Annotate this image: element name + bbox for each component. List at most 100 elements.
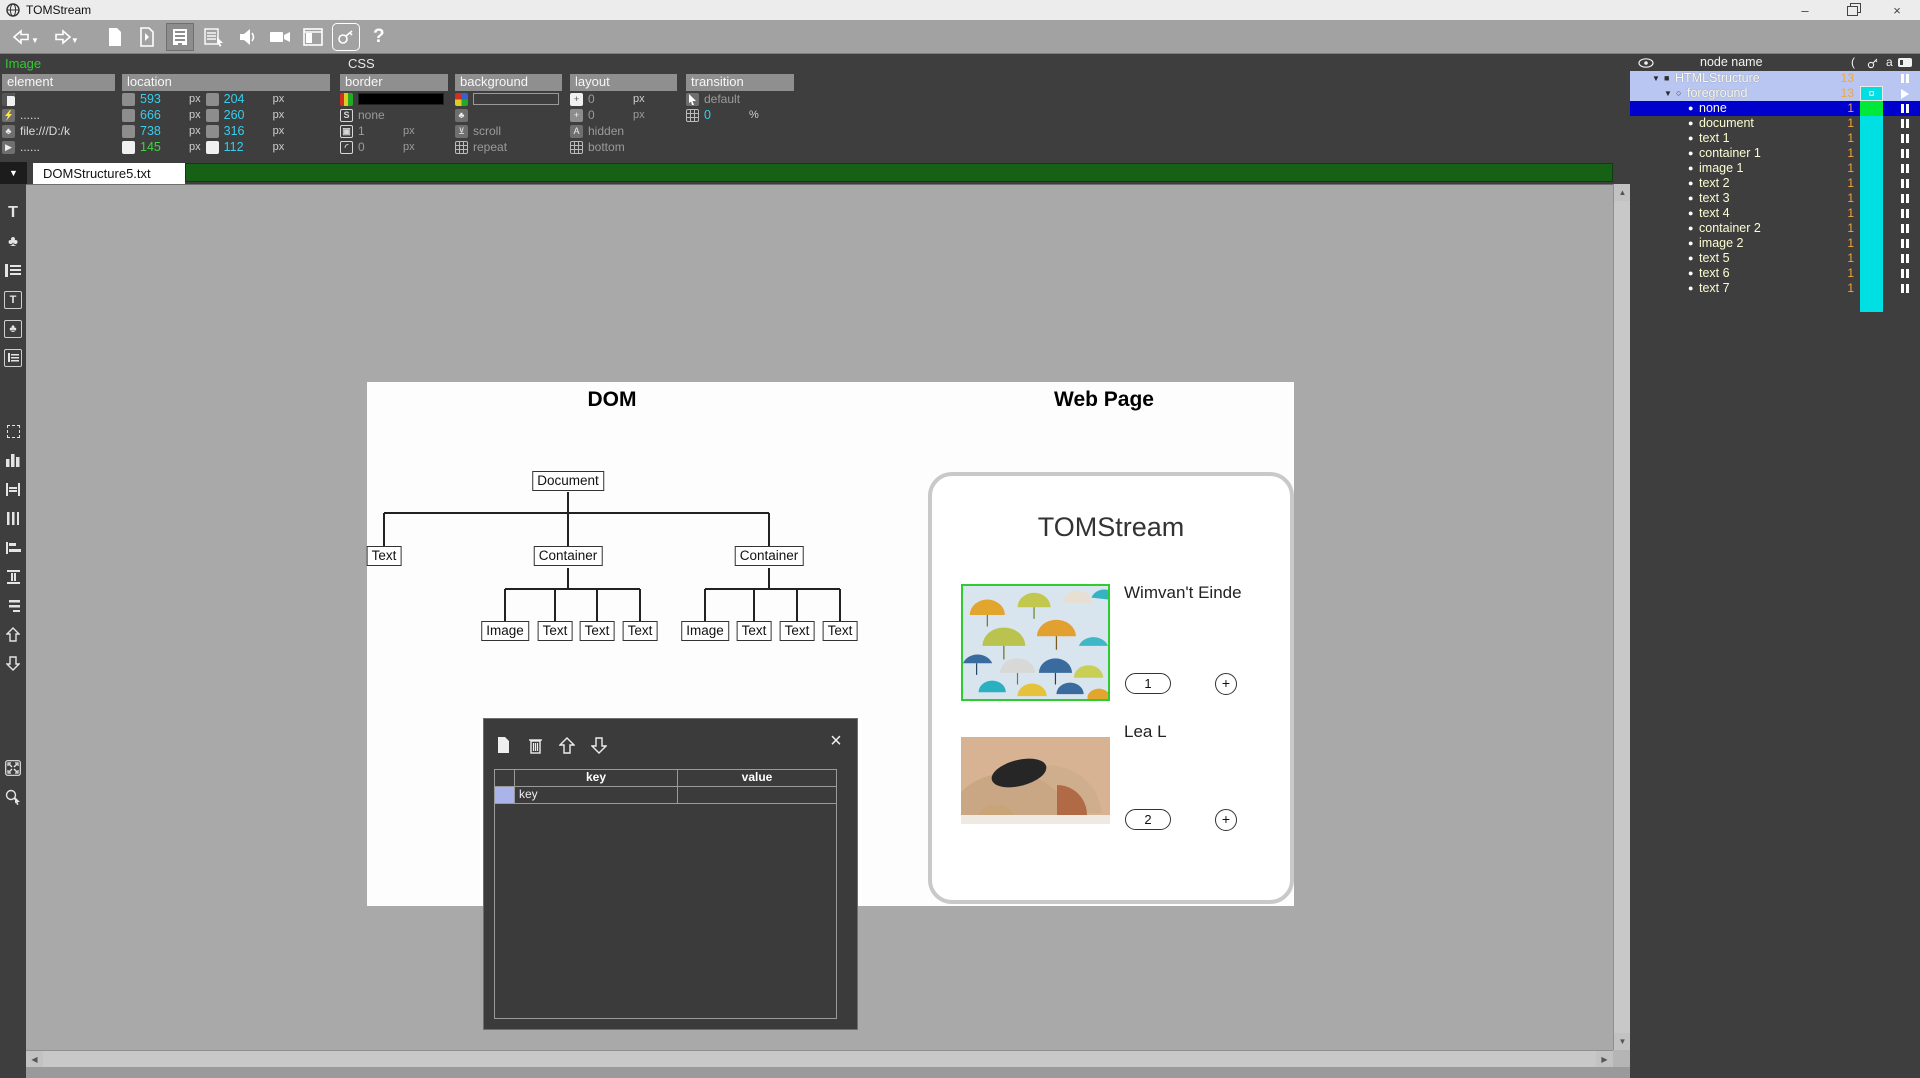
save-button[interactable] [166, 23, 194, 51]
layout-overflow-value[interactable]: hidden [588, 124, 624, 138]
transition-mode-icon[interactable] [686, 93, 699, 106]
tree-row-none[interactable]: ●none1 [1630, 101, 1920, 116]
key-cell[interactable]: key [515, 787, 678, 803]
timeline-cell[interactable] [1860, 161, 1883, 176]
element-script-icon[interactable] [2, 109, 15, 122]
container-tool-icon[interactable]: ♣ [2, 227, 24, 256]
fit-view-icon[interactable] [2, 753, 24, 782]
border-color-swatch[interactable] [358, 93, 444, 105]
align-lines-icon[interactable] [2, 591, 24, 620]
pause-icon[interactable] [1892, 281, 1918, 296]
timeline-cell[interactable] [1860, 266, 1883, 281]
expand-caret-icon[interactable]: ▼ [1652, 71, 1660, 86]
tree-row-image-2[interactable]: ●image 21 [1630, 236, 1920, 251]
tree-row-container-1[interactable]: ●container 11 [1630, 146, 1920, 161]
background-image-icon[interactable]: ♣ [455, 109, 468, 122]
select-tool-icon[interactable] [2, 417, 24, 446]
location-y-value[interactable]: 204 [224, 92, 268, 106]
text-tool-icon[interactable]: T [2, 198, 24, 227]
tree-row-text-1[interactable]: ●text 11 [1630, 131, 1920, 146]
element-row-value[interactable]: ...... [20, 108, 40, 122]
vertical-scrollbar[interactable]: ▲ ▼ [1613, 184, 1630, 1050]
key-value-table[interactable]: key value key [494, 769, 837, 1019]
file-tab[interactable]: DOMStructure5.txt [33, 163, 185, 184]
new-entry-button[interactable] [492, 734, 514, 756]
close-button[interactable]: × [1874, 0, 1920, 20]
dom-node-box[interactable]: Text [823, 621, 858, 641]
background-color-swatch[interactable] [473, 93, 559, 105]
layout-y-value[interactable]: 0 [588, 108, 628, 122]
border-radius-icon[interactable]: ◜ [340, 141, 353, 154]
tree-row-foreground[interactable]: ▼○foreground13¤ [1630, 86, 1920, 101]
border-width-icon[interactable]: ▣ [340, 125, 353, 138]
transition-progress-value[interactable]: 0 [704, 108, 744, 122]
scroll-down-arrow[interactable]: ▼ [1614, 1033, 1631, 1050]
table-row[interactable]: key [495, 787, 836, 804]
layout-y-icon[interactable]: + [570, 109, 583, 122]
zoom-tool-icon[interactable] [2, 782, 24, 811]
vertical-bars-icon[interactable] [2, 504, 24, 533]
element-file-icon[interactable]: ♣ [2, 125, 15, 138]
tree-row-text-3[interactable]: ●text 31 [1630, 191, 1920, 206]
dom-node-box[interactable]: Document [532, 471, 604, 491]
forward-dropdown-icon[interactable]: ▼ [71, 36, 79, 45]
background-repeat-icon[interactable] [455, 141, 468, 154]
timeline-cell[interactable] [1860, 221, 1883, 236]
key-button[interactable] [332, 23, 360, 51]
timeline-cell[interactable] [1860, 101, 1883, 116]
pause-icon[interactable] [1892, 236, 1918, 251]
pause-icon[interactable] [1892, 146, 1918, 161]
layout-x-value[interactable]: 0 [588, 92, 628, 106]
item-count-button[interactable]: 1 [1125, 673, 1171, 694]
audio-button[interactable] [234, 23, 260, 51]
open-document-button[interactable] [134, 23, 160, 51]
location-h-value[interactable]: 112 [224, 140, 268, 154]
tree-row-text-7[interactable]: ●text 71 [1630, 281, 1920, 296]
location-w-value[interactable]: 145 [140, 140, 184, 154]
item-count-button[interactable]: 2 [1125, 809, 1171, 830]
location-x-value[interactable]: 738 [140, 124, 184, 138]
visibility-eye-icon[interactable] [1638, 58, 1654, 68]
pause-icon[interactable] [1892, 221, 1918, 236]
timeline-green-bar[interactable] [185, 163, 1613, 182]
row-handle[interactable] [495, 787, 515, 803]
scroll-left-arrow[interactable]: ◀ [26, 1051, 43, 1068]
dom-node-box[interactable]: Text [580, 621, 615, 641]
chart-tool-icon[interactable] [2, 446, 24, 475]
item-add-button[interactable]: + [1215, 809, 1237, 831]
tree-row-text-5[interactable]: ●text 51 [1630, 251, 1920, 266]
pause-icon[interactable] [1892, 101, 1918, 116]
timeline-cell[interactable] [1860, 206, 1883, 221]
layout-align-icon[interactable] [570, 141, 583, 154]
play-icon[interactable] [1892, 86, 1918, 101]
distribute-vertical-icon[interactable] [2, 562, 24, 591]
boxed-text-tool-icon[interactable]: T [2, 285, 24, 314]
webpage-card[interactable]: TOMStream [928, 472, 1294, 904]
move-entry-down-button[interactable] [588, 734, 610, 756]
pause-icon[interactable] [1892, 266, 1918, 281]
minimize-button[interactable]: – [1782, 0, 1828, 20]
layout-button[interactable] [300, 23, 326, 51]
value-cell[interactable] [678, 787, 836, 803]
back-dropdown-icon[interactable]: ▼ [31, 36, 39, 45]
pause-icon[interactable] [1892, 176, 1918, 191]
timeline-cell[interactable] [1860, 281, 1883, 296]
tree-row-text-4[interactable]: ●text 41 [1630, 206, 1920, 221]
tree-row-text-6[interactable]: ●text 61 [1630, 266, 1920, 281]
pause-icon[interactable] [1892, 161, 1918, 176]
border-radius-value[interactable]: 0 [358, 140, 398, 154]
layout-overflow-icon[interactable]: A [570, 125, 583, 138]
dom-node-box[interactable]: Text [737, 621, 772, 641]
border-width-value[interactable]: 1 [358, 124, 398, 138]
timeline-cell[interactable] [1860, 131, 1883, 146]
timeline-cell[interactable] [1860, 116, 1883, 131]
horizontal-scrollbar[interactable]: ◀ ▶ [26, 1050, 1613, 1067]
tab-list-dropdown[interactable]: ▼ [0, 162, 27, 184]
element-flag-icon[interactable]: ▶ [2, 141, 15, 154]
dom-node-box[interactable]: Image [681, 621, 729, 641]
border-style-value[interactable]: none [358, 108, 385, 122]
scroll-right-arrow[interactable]: ▶ [1596, 1051, 1613, 1068]
move-entry-up-button[interactable] [556, 734, 578, 756]
border-style-icon[interactable]: S [340, 109, 353, 122]
timeline-cell[interactable] [1860, 71, 1883, 86]
